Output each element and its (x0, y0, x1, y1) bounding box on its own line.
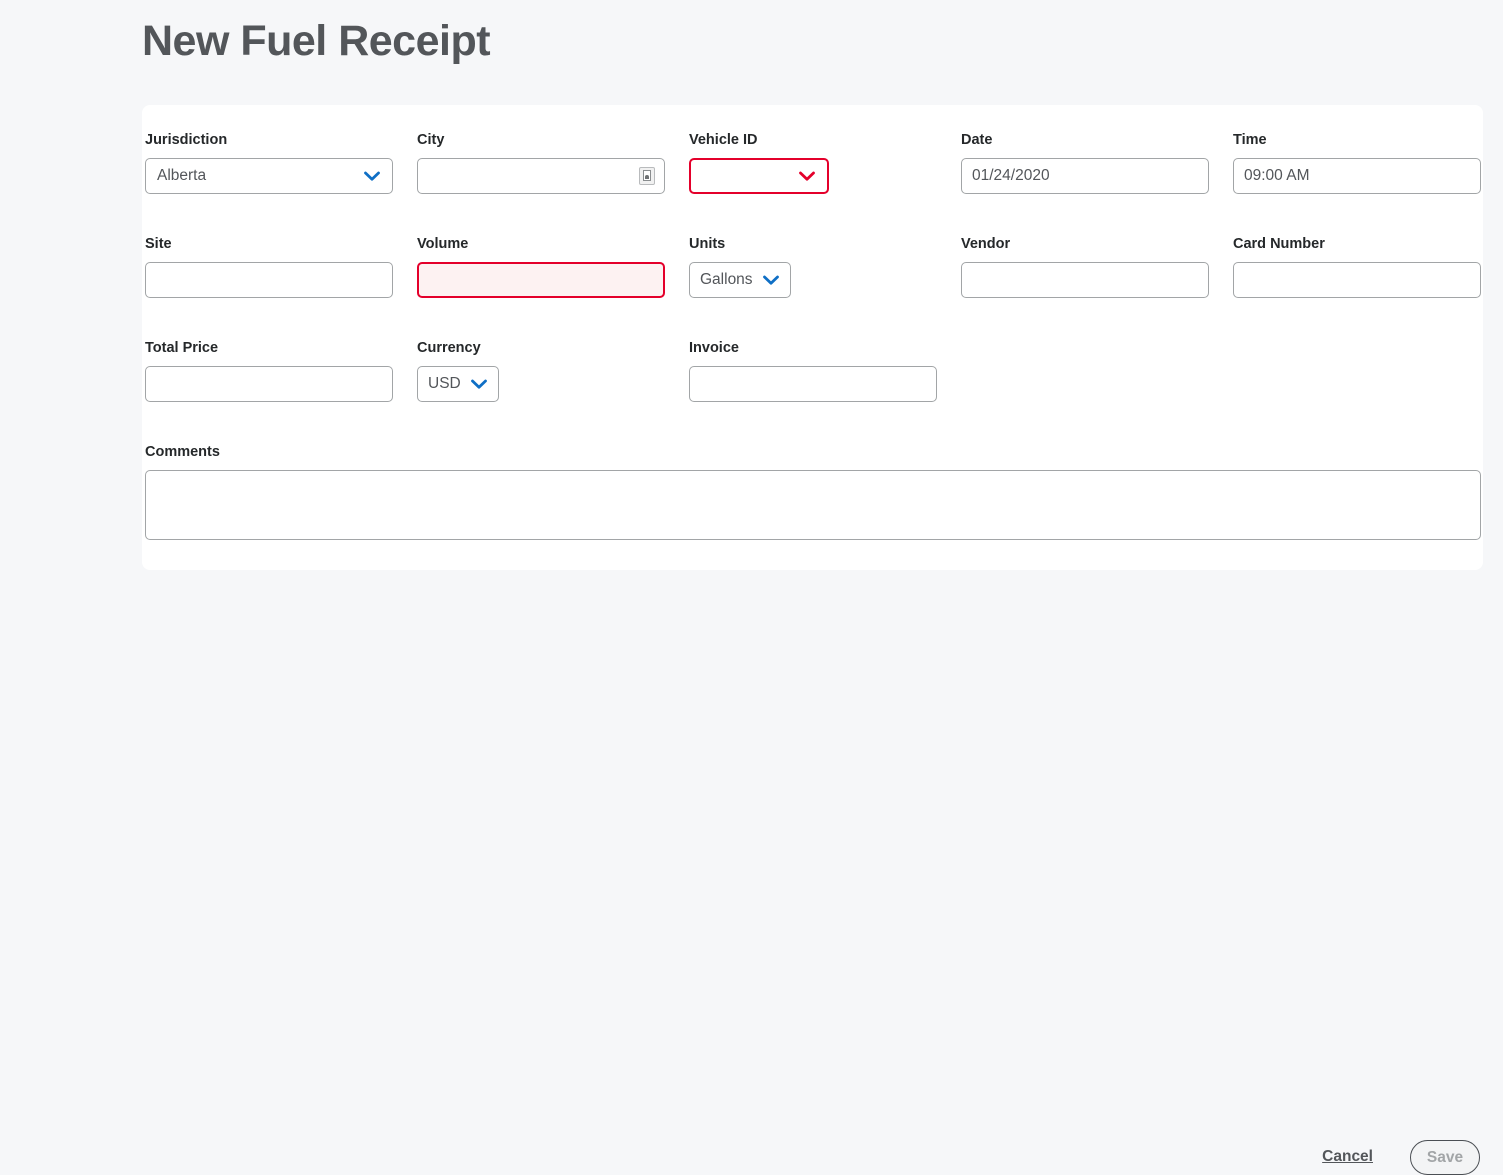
label-date: Date (961, 133, 1209, 148)
jurisdiction-value: Alberta (157, 167, 206, 185)
units-select[interactable]: Gallons (689, 262, 791, 298)
jurisdiction-select[interactable]: Alberta (145, 158, 393, 194)
vendor-input[interactable] (961, 262, 1209, 298)
field-time: Time 09:00 AM (1233, 133, 1481, 194)
label-volume: Volume (417, 237, 665, 252)
label-time: Time (1233, 133, 1481, 148)
field-volume: Volume (417, 237, 665, 298)
field-units: Units Gallons (689, 237, 937, 298)
field-vendor: Vendor (961, 237, 1209, 298)
label-card-number: Card Number (1233, 237, 1481, 252)
field-vehicle-id: Vehicle ID (689, 133, 829, 194)
save-button[interactable]: Save (1410, 1140, 1480, 1175)
comments-textarea[interactable] (145, 470, 1481, 540)
chevron-down-icon (470, 378, 488, 390)
cancel-button[interactable]: Cancel (1322, 1148, 1373, 1166)
label-invoice: Invoice (689, 341, 937, 356)
site-input[interactable] (145, 262, 393, 298)
page-title: New Fuel Receipt (142, 18, 490, 65)
form-footer: Cancel Save (0, 570, 1503, 634)
label-vehicle-id: Vehicle ID (689, 133, 829, 148)
label-total-price: Total Price (145, 341, 393, 356)
date-input[interactable]: 01/24/2020 (961, 158, 1209, 194)
field-currency: Currency USD (417, 341, 665, 402)
label-comments: Comments (145, 445, 1481, 460)
currency-value: USD (428, 375, 461, 393)
time-value: 09:00 AM (1244, 167, 1310, 185)
field-city: City (417, 133, 665, 194)
field-card-number: Card Number (1233, 237, 1481, 298)
chevron-down-icon (363, 170, 381, 182)
volume-input[interactable] (417, 262, 665, 298)
label-currency: Currency (417, 341, 665, 356)
date-value: 01/24/2020 (972, 167, 1050, 185)
currency-select[interactable]: USD (417, 366, 499, 402)
label-jurisdiction: Jurisdiction (145, 133, 393, 148)
field-site: Site (145, 237, 393, 298)
label-units: Units (689, 237, 937, 252)
field-jurisdiction: Jurisdiction Alberta (145, 133, 393, 194)
image-placeholder-icon[interactable] (639, 167, 655, 185)
field-invoice: Invoice (689, 341, 937, 402)
field-total-price: Total Price (145, 341, 393, 402)
units-value: Gallons (700, 271, 753, 289)
field-date: Date 01/24/2020 (961, 133, 1209, 194)
chevron-down-icon (798, 170, 816, 182)
label-site: Site (145, 237, 393, 252)
total-price-input[interactable] (145, 366, 393, 402)
label-city: City (417, 133, 665, 148)
time-input[interactable]: 09:00 AM (1233, 158, 1481, 194)
vehicle-id-select[interactable] (689, 158, 829, 194)
form-card: Jurisdiction Alberta City Vehicle ID Dat… (142, 105, 1483, 570)
field-comments: Comments (145, 445, 1481, 540)
city-input[interactable] (417, 158, 665, 194)
chevron-down-icon (762, 274, 780, 286)
label-vendor: Vendor (961, 237, 1209, 252)
invoice-input[interactable] (689, 366, 937, 402)
card-number-input[interactable] (1233, 262, 1481, 298)
